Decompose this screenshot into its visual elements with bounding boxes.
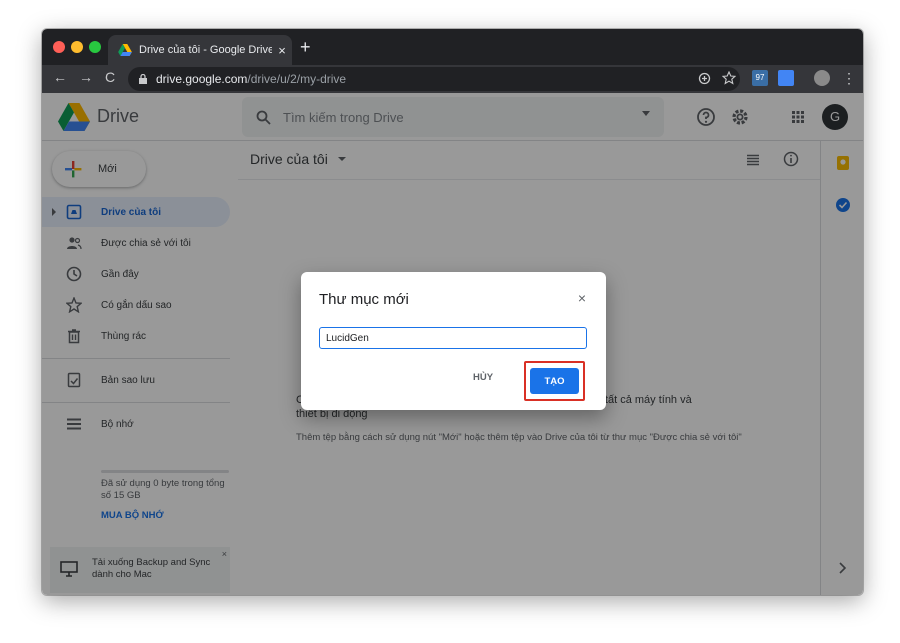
browser-menu-icon[interactable]: ⋮: [842, 70, 856, 87]
tab-strip: Drive của tôi - Google Drive × +: [42, 29, 863, 65]
profile-avatar-icon[interactable]: [814, 70, 830, 86]
url-path: /drive/u/2/my-drive: [247, 72, 347, 86]
create-button[interactable]: TẠO: [530, 368, 579, 394]
star-bookmark-icon[interactable]: [722, 71, 736, 85]
close-window-button[interactable]: [53, 41, 65, 53]
minimize-window-button[interactable]: [71, 41, 83, 53]
url-host: drive.google.com: [156, 72, 248, 86]
browser-window: Drive của tôi - Google Drive × + ← → C d…: [42, 29, 863, 595]
browser-toolbar: ← → C drive.google.com/drive/u/2/my-driv…: [42, 65, 863, 93]
drive-favicon-icon: [118, 44, 132, 56]
dialog-title: Thư mục mới: [319, 291, 409, 308]
maximize-window-button[interactable]: [89, 41, 101, 53]
folder-name-input[interactable]: [319, 327, 587, 349]
close-icon[interactable]: ×: [578, 290, 586, 306]
reload-button[interactable]: C: [100, 69, 120, 85]
extension-translate-icon[interactable]: [778, 70, 794, 86]
address-bar[interactable]: drive.google.com/drive/u/2/my-drive: [128, 67, 740, 91]
cancel-button[interactable]: HỦY: [473, 372, 493, 383]
new-tab-button[interactable]: +: [300, 37, 311, 58]
tab-title: Drive của tôi - Google Drive: [139, 44, 272, 56]
tab-close-icon[interactable]: ×: [272, 43, 292, 58]
add-bookmark-icon[interactable]: [698, 72, 711, 85]
back-button[interactable]: ←: [50, 69, 70, 85]
lock-icon: [139, 74, 147, 84]
extension-calendar-icon[interactable]: 97: [752, 70, 768, 86]
forward-button[interactable]: →: [76, 69, 96, 85]
new-folder-dialog: Thư mục mới × HỦY TẠO: [301, 272, 606, 410]
tab-my-drive[interactable]: Drive của tôi - Google Drive ×: [108, 35, 292, 65]
